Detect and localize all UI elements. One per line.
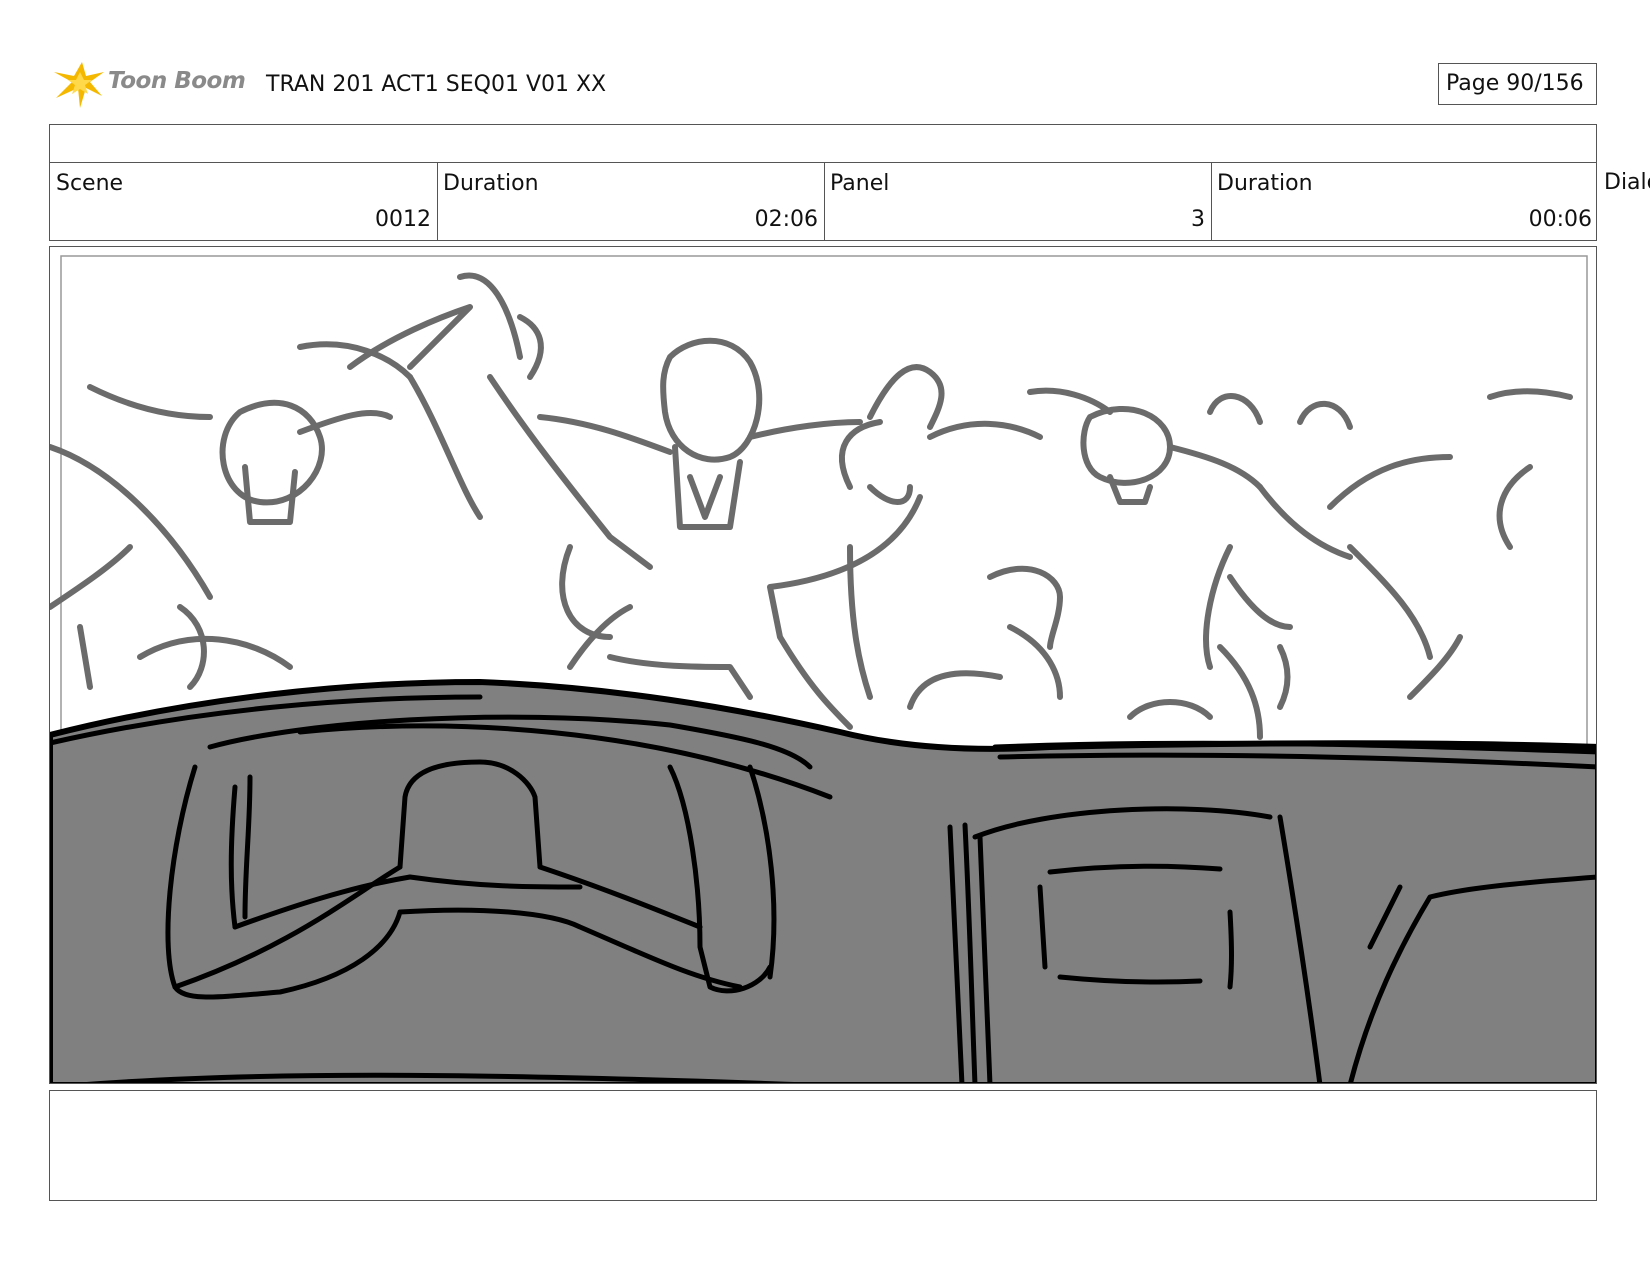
scene-cell: Scene 0012 — [50, 163, 438, 240]
scene-info-row: Scene 0012 Duration 02:06 Panel 3 Durati… — [49, 162, 1597, 241]
panel-duration-cell: Duration 00:06 — [1211, 163, 1598, 240]
logo-text: Toon Boom — [108, 68, 246, 94]
scene-value: 0012 — [375, 207, 431, 232]
document-title: TRAN 201 ACT1 SEQ01 V01 XX — [266, 72, 607, 97]
scene-duration-cell: Duration 02:06 — [437, 163, 825, 240]
panel-value: 3 — [1191, 207, 1205, 232]
toon-boom-logo: Toon Boom — [52, 58, 252, 110]
page-indicator: Page 90/156 — [1438, 63, 1597, 105]
panel-duration-value: 00:06 — [1528, 207, 1592, 232]
header-blank-row — [49, 124, 1597, 163]
storyboard-panel — [49, 246, 1597, 1084]
scene-duration-value: 02:06 — [754, 207, 818, 232]
scene-label: Scene — [56, 171, 124, 196]
panel-cell: Panel 3 — [824, 163, 1212, 240]
panel-notes-box — [49, 1090, 1597, 1201]
storyboard-sketch — [50, 255, 1596, 1083]
scene-duration-label: Duration — [443, 171, 539, 196]
panel-label: Panel — [830, 171, 890, 196]
toon-boom-star-icon — [54, 62, 104, 108]
panel-duration-label: Duration — [1217, 171, 1313, 196]
dialog-label: Dialo — [1604, 170, 1650, 195]
